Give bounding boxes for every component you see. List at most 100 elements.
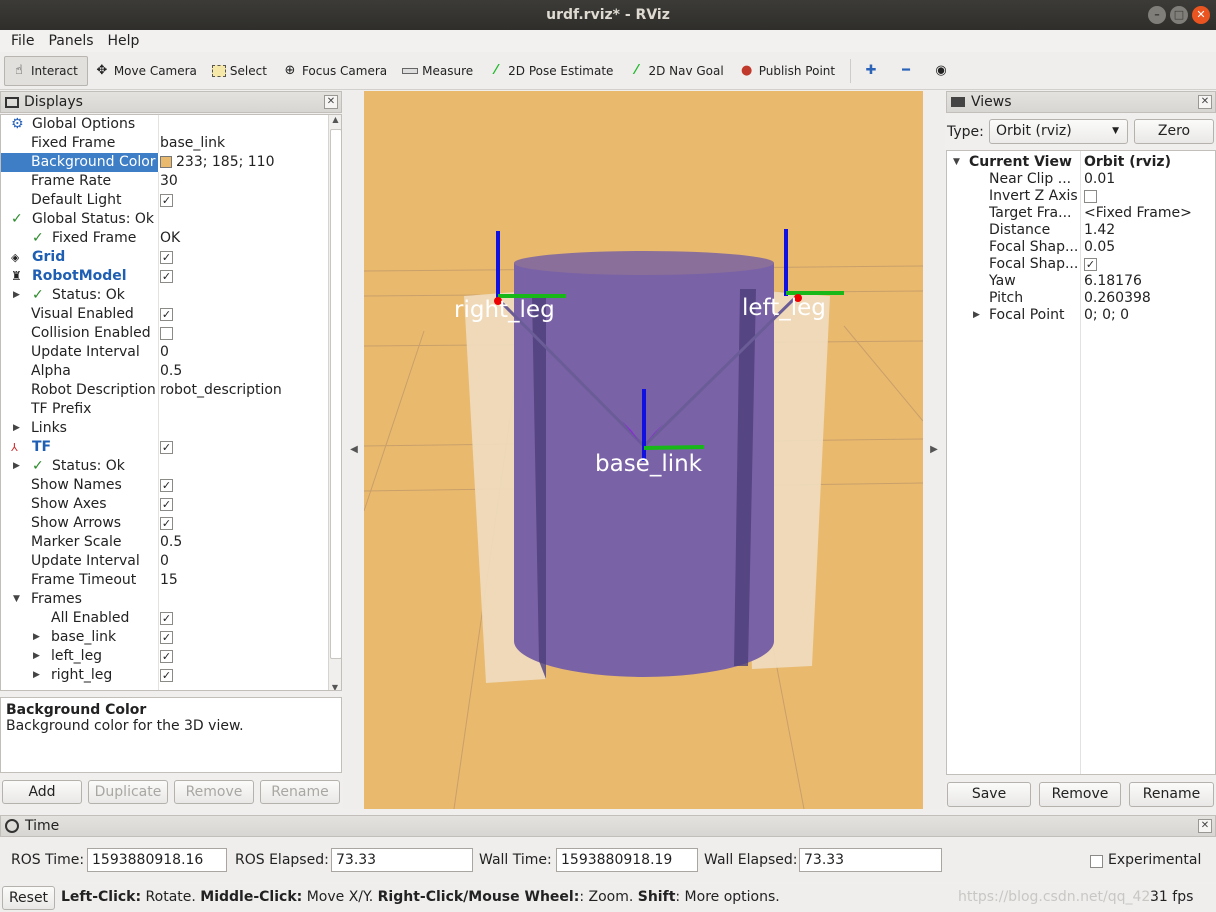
collapse-arrow-icon[interactable]: ▼ (13, 590, 23, 609)
zero-button[interactable]: Zero (1134, 119, 1214, 144)
tree-row-frame-rate[interactable]: Frame Rate 30 (1, 172, 327, 191)
ros-time-field[interactable]: 1593880918.16 (87, 848, 227, 872)
visual-enabled-checkbox[interactable]: ✓ (160, 307, 173, 321)
view-row-invert-z[interactable]: Invert Z Axis (947, 188, 1215, 205)
add-display-button[interactable]: Add (2, 780, 82, 804)
scroll-down-icon[interactable]: ▼ (329, 683, 341, 690)
default-light-checkbox[interactable]: ✓ (160, 193, 173, 207)
tree-row-tf-update-interval[interactable]: Update Interval 0 (1, 552, 327, 571)
invert-z-checkbox[interactable] (1084, 189, 1097, 203)
right-leg-checkbox[interactable]: ✓ (160, 668, 173, 682)
view-row-yaw[interactable]: Yaw 6.18176 (947, 273, 1215, 290)
right-collapse-handle[interactable]: ▶ (923, 91, 945, 809)
show-names-checkbox[interactable]: ✓ (160, 478, 173, 492)
menu-panels[interactable]: Panels (41, 33, 100, 49)
view-row-pitch[interactable]: Pitch 0.260398 (947, 290, 1215, 307)
focus-camera-tool[interactable]: ⊕ Focus Camera (276, 56, 396, 86)
tree-row-alpha[interactable]: Alpha 0.5 (1, 362, 327, 381)
duplicate-display-button[interactable]: Duplicate (88, 780, 168, 804)
view-type-select[interactable]: Orbit (rviz) ▼ (989, 119, 1128, 144)
menu-help[interactable]: Help (101, 33, 147, 49)
collision-enabled-checkbox[interactable] (160, 326, 173, 340)
tree-row-frame-right-leg[interactable]: ▶ right_leg ✓ (1, 666, 327, 685)
tree-row-frame-base-link[interactable]: ▶ base_link ✓ (1, 628, 327, 647)
row-value[interactable]: 0; 0; 0 (1084, 307, 1129, 324)
tree-row-frames[interactable]: ▼ Frames (1, 590, 327, 609)
tree-row-tf[interactable]: ⅄ TF ✓ (1, 438, 327, 457)
row-value[interactable]: 15 (160, 571, 178, 590)
left-leg-checkbox[interactable]: ✓ (160, 649, 173, 663)
tree-row-frame-left-leg[interactable]: ▶ left_leg ✓ (1, 647, 327, 666)
view-tool-button[interactable]: ◉ (927, 56, 962, 86)
interact-tool[interactable]: ☝ Interact (4, 55, 88, 86)
close-icon[interactable]: ✕ (1192, 6, 1210, 24)
expand-arrow-icon[interactable]: ▶ (13, 457, 23, 476)
row-value[interactable]: 30 (160, 172, 178, 191)
all-enabled-checkbox[interactable]: ✓ (160, 611, 173, 625)
show-axes-checkbox[interactable]: ✓ (160, 497, 173, 511)
tree-row-grid[interactable]: ◈ Grid ✓ (1, 248, 327, 267)
row-value[interactable]: base_link (160, 134, 225, 153)
maximize-icon[interactable]: □ (1170, 6, 1188, 24)
ros-elapsed-field[interactable]: 73.33 (331, 848, 473, 872)
pose-estimate-tool[interactable]: ⁄ 2D Pose Estimate (482, 56, 622, 86)
tree-row-links[interactable]: ▶ Links (1, 419, 327, 438)
view-row-target-frame[interactable]: Target Fra... <Fixed Frame> (947, 205, 1215, 222)
tree-row-show-axes[interactable]: Show Axes ✓ (1, 495, 327, 514)
view-row-focal-shape-fixed[interactable]: Focal Shap... ✓ (947, 256, 1215, 273)
scroll-thumb[interactable] (330, 129, 341, 659)
expand-arrow-icon[interactable]: ▶ (13, 286, 23, 305)
tree-row-marker-scale[interactable]: Marker Scale 0.5 (1, 533, 327, 552)
tree-row-tf-prefix[interactable]: TF Prefix (1, 400, 327, 419)
close-icon[interactable]: ✕ (324, 95, 338, 109)
tree-row-visual-enabled[interactable]: Visual Enabled ✓ (1, 305, 327, 324)
rename-view-button[interactable]: Rename (1129, 782, 1214, 807)
expand-arrow-icon[interactable]: ▶ (13, 419, 23, 438)
tree-row-all-enabled[interactable]: All Enabled ✓ (1, 609, 327, 628)
tree-row-frame-timeout[interactable]: Frame Timeout 15 (1, 571, 327, 590)
add-tool-button[interactable]: ✚ (857, 56, 892, 86)
tree-row-tf-status[interactable]: ▶ ✓ Status: Ok (1, 457, 327, 476)
tree-row-robot-status[interactable]: ▶ ✓ Status: Ok (1, 286, 327, 305)
remove-display-button[interactable]: Remove (174, 780, 254, 804)
minimize-icon[interactable]: – (1148, 6, 1166, 24)
tree-row-default-light[interactable]: Default Light ✓ (1, 191, 327, 210)
show-arrows-checkbox[interactable]: ✓ (160, 516, 173, 530)
tree-row-background-color[interactable]: Background Color 233; 185; 110 (1, 153, 327, 172)
wall-time-field[interactable]: 1593880918.19 (556, 848, 698, 872)
row-value[interactable]: 6.18176 (1084, 273, 1142, 290)
remove-tool-button[interactable]: ━ (892, 56, 927, 86)
tree-row-global-status[interactable]: ✓ Global Status: Ok (1, 210, 327, 229)
wall-elapsed-field[interactable]: 73.33 (799, 848, 942, 872)
tree-row-update-interval[interactable]: Update Interval 0 (1, 343, 327, 362)
row-value[interactable]: robot_description (160, 381, 282, 400)
row-value[interactable]: 1.42 (1084, 222, 1115, 239)
row-value[interactable]: 0.5 (160, 362, 182, 381)
tf-checkbox[interactable]: ✓ (160, 440, 173, 454)
expand-arrow-icon[interactable]: ▶ (33, 628, 43, 647)
nav-goal-tool[interactable]: ⁄ 2D Nav Goal (622, 56, 732, 86)
row-value[interactable]: 0.5 (160, 533, 182, 552)
row-value[interactable]: 0.01 (1084, 171, 1115, 188)
tree-row-show-arrows[interactable]: Show Arrows ✓ (1, 514, 327, 533)
expand-arrow-icon[interactable]: ▶ (33, 647, 43, 666)
row-value[interactable]: 0.260398 (1084, 290, 1151, 307)
expand-arrow-icon[interactable]: ▶ (973, 307, 983, 324)
menu-file[interactable]: File (4, 33, 41, 49)
row-value[interactable]: 0 (160, 552, 169, 571)
save-view-button[interactable]: Save (947, 782, 1031, 807)
scroll-up-icon[interactable]: ▲ (329, 115, 341, 124)
row-value[interactable]: 0.05 (1084, 239, 1115, 256)
collapse-arrow-icon[interactable]: ▼ (953, 154, 963, 171)
row-value[interactable]: <Fixed Frame> (1084, 205, 1192, 222)
base-link-checkbox[interactable]: ✓ (160, 630, 173, 644)
expand-arrow-icon[interactable]: ▶ (33, 666, 43, 685)
move-camera-tool[interactable]: ✥ Move Camera (88, 56, 206, 86)
robotmodel-checkbox[interactable]: ✓ (160, 269, 173, 283)
experimental-checkbox[interactable] (1090, 853, 1103, 869)
publish-point-tool[interactable]: ● Publish Point (733, 56, 844, 86)
view-row-near-clip[interactable]: Near Clip ... 0.01 (947, 171, 1215, 188)
view-row-current-view[interactable]: ▼ Current View Orbit (rviz) (947, 154, 1215, 171)
remove-view-button[interactable]: Remove (1039, 782, 1121, 807)
tree-row-show-names[interactable]: Show Names ✓ (1, 476, 327, 495)
